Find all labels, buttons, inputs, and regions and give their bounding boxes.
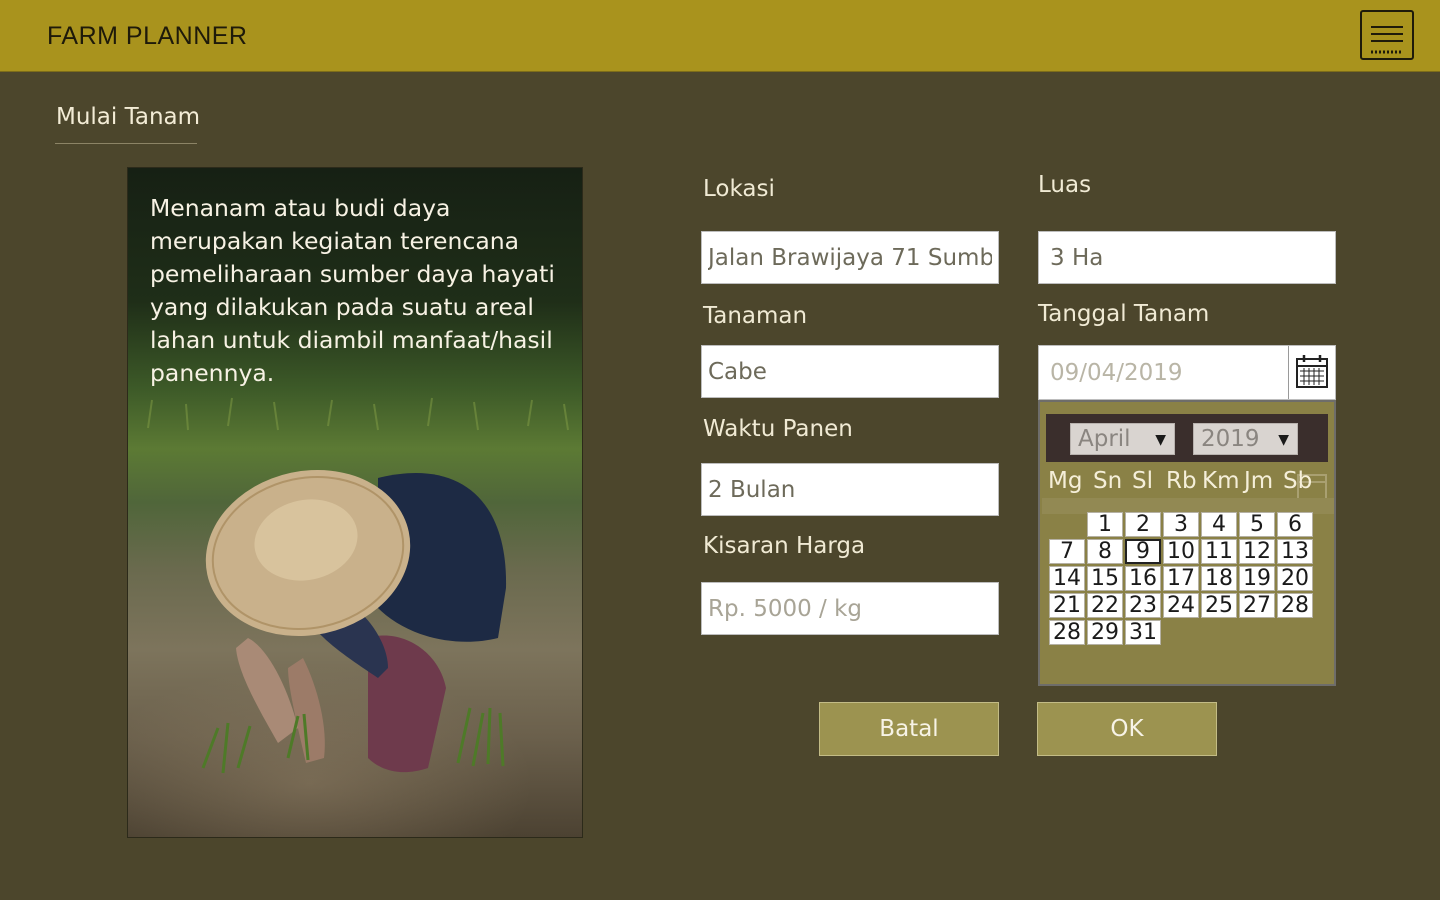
- tanaman-label: Tanaman: [703, 303, 808, 329]
- weekday-label: Sb: [1283, 468, 1313, 494]
- chevron-down-icon: ▼: [1155, 432, 1166, 448]
- calendar-day[interactable]: 5: [1239, 512, 1275, 537]
- weekday-label: Mg: [1048, 468, 1083, 494]
- calendar-day[interactable]: 28: [1049, 620, 1085, 645]
- ok-button[interactable]: OK: [1037, 702, 1217, 756]
- top-bar: FARM PLANNER: [0, 0, 1440, 72]
- calendar-day[interactable]: 29: [1087, 620, 1123, 645]
- calendar-day[interactable]: 7: [1049, 539, 1085, 564]
- calendar-day[interactable]: 14: [1049, 566, 1085, 591]
- calendar-day[interactable]: 23: [1125, 593, 1161, 618]
- tanaman-input[interactable]: [701, 345, 999, 398]
- hamburger-menu-button[interactable]: [1360, 10, 1414, 60]
- luas-label: Luas: [1038, 172, 1092, 198]
- calendar-day[interactable]: 18: [1201, 566, 1237, 591]
- page-title: Mulai Tanam: [56, 104, 201, 130]
- lokasi-input[interactable]: [701, 231, 999, 284]
- year-select[interactable]: 2019 ▼: [1193, 423, 1298, 455]
- calendar-day[interactable]: 1: [1087, 512, 1123, 537]
- calendar-day[interactable]: 4: [1201, 512, 1237, 537]
- calendar-icon: [1296, 355, 1328, 388]
- calendar-day[interactable]: 20: [1277, 566, 1313, 591]
- calendar-header: April ▼ 2019 ▼: [1046, 414, 1328, 462]
- weekday-label: Sl: [1132, 468, 1153, 494]
- weekday-label: Jm: [1244, 468, 1274, 494]
- calendar-day[interactable]: 9: [1125, 539, 1161, 564]
- tanggal-tanam-label: Tanggal Tanam: [1038, 301, 1210, 327]
- waktu-panen-input[interactable]: [701, 463, 999, 516]
- month-select-value: April: [1078, 426, 1131, 452]
- hamburger-menu-icon: [1371, 26, 1403, 54]
- calendar-toggle-button[interactable]: [1288, 346, 1335, 399]
- cancel-button[interactable]: Batal: [819, 702, 999, 756]
- weekday-label: Km: [1202, 468, 1240, 494]
- app-title: FARM PLANNER: [47, 22, 248, 50]
- month-select[interactable]: April ▼: [1070, 423, 1175, 455]
- hero-image: Menanam atau budi daya merupakan kegiata…: [127, 167, 583, 838]
- waktu-panen-label: Waktu Panen: [703, 416, 853, 442]
- calendar-day[interactable]: 19: [1239, 566, 1275, 591]
- title-underline: [55, 143, 197, 144]
- calendar-day[interactable]: 27: [1239, 593, 1275, 618]
- weekday-label: Rb: [1166, 468, 1197, 494]
- calendar-day[interactable]: 17: [1163, 566, 1199, 591]
- calendar-day[interactable]: 2: [1125, 512, 1161, 537]
- calendar-day[interactable]: 8: [1087, 539, 1123, 564]
- calendar-day[interactable]: 12: [1239, 539, 1275, 564]
- kisaran-harga-input[interactable]: [701, 582, 999, 635]
- calendar-day[interactable]: 11: [1201, 539, 1237, 564]
- calendar-day[interactable]: 6: [1277, 512, 1313, 537]
- calendar-day[interactable]: 15: [1087, 566, 1123, 591]
- calendar-day[interactable]: 13: [1277, 539, 1313, 564]
- calendar-day[interactable]: 16: [1125, 566, 1161, 591]
- calendar-day[interactable]: 22: [1087, 593, 1123, 618]
- calendar-day[interactable]: 3: [1163, 512, 1199, 537]
- tanggal-tanam-input[interactable]: [1039, 346, 1287, 399]
- tanggal-tanam-picker: [1038, 345, 1336, 400]
- planting-description: Menanam atau budi daya merupakan kegiata…: [150, 194, 555, 387]
- calendar-day[interactable]: 10: [1163, 539, 1199, 564]
- calendar-dropdown: April ▼ 2019 ▼ Mg Sn Sl Rb Km Jm Sb 1234567891…: [1038, 400, 1336, 686]
- calendar-day[interactable]: 21: [1049, 593, 1085, 618]
- calendar-day[interactable]: 24: [1163, 593, 1199, 618]
- calendar-day[interactable]: 25: [1201, 593, 1237, 618]
- weekday-label: Sn: [1093, 468, 1123, 494]
- calendar-day[interactable]: 28: [1277, 593, 1313, 618]
- year-select-value: 2019: [1201, 426, 1260, 452]
- lokasi-label: Lokasi: [703, 176, 775, 202]
- luas-input[interactable]: [1038, 231, 1336, 284]
- calendar-day[interactable]: 31: [1125, 620, 1161, 645]
- chevron-down-icon: ▼: [1278, 432, 1289, 448]
- kisaran-harga-label: Kisaran Harga: [703, 533, 866, 559]
